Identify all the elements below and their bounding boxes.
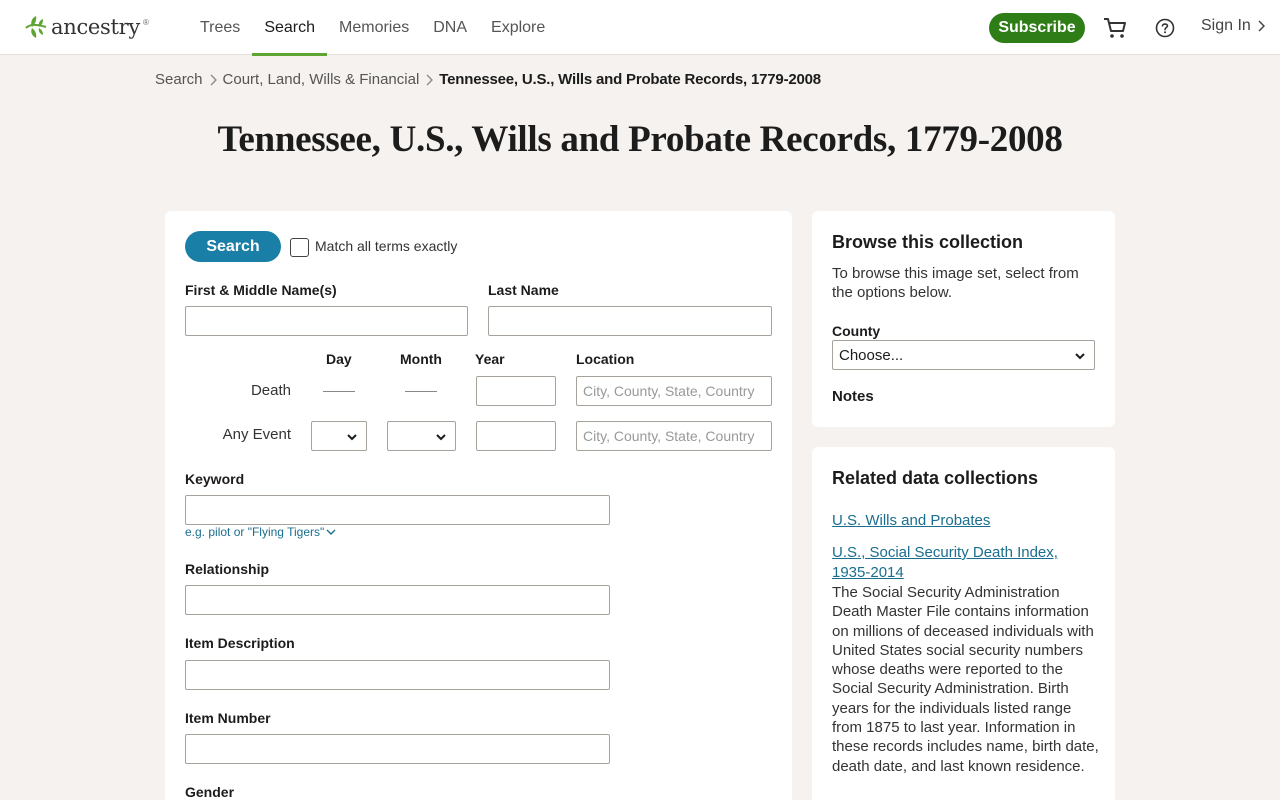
- day-column-label: Day: [326, 351, 352, 367]
- notes-label[interactable]: Notes: [832, 388, 874, 405]
- ssdi-description: The Social Security Administration Death…: [832, 584, 1099, 775]
- chevron-down-icon: [1075, 353, 1085, 360]
- item-description-label: Item Description: [185, 635, 295, 651]
- nav-trees[interactable]: Trees: [188, 0, 252, 55]
- item-number-input[interactable]: [185, 734, 610, 764]
- chevron-right-icon: [426, 74, 434, 85]
- nav-explore[interactable]: Explore: [479, 0, 557, 55]
- subscribe-button[interactable]: Subscribe: [989, 13, 1085, 43]
- any-event-row-label: Any Event: [222, 426, 291, 443]
- cart-icon[interactable]: [1103, 17, 1127, 39]
- last-name-input[interactable]: [488, 306, 772, 336]
- county-select-value: Choose...: [839, 346, 904, 364]
- chevron-down-icon: [326, 529, 336, 535]
- death-row-label: Death: [250, 382, 291, 399]
- county-select[interactable]: Choose...: [832, 340, 1095, 370]
- year-column-label: Year: [475, 351, 505, 367]
- death-location-input[interactable]: [576, 376, 772, 406]
- sign-in-label: Sign In: [1201, 17, 1251, 34]
- breadcrumb-search[interactable]: Search: [155, 71, 203, 88]
- leaf-logo-icon: [25, 16, 47, 38]
- any-event-year-input[interactable]: [476, 421, 556, 451]
- breadcrumb: Search Court, Land, Wills & Financial Te…: [155, 71, 821, 88]
- logo-wordmark: ancestry: [51, 15, 140, 39]
- help-icon[interactable]: [1155, 18, 1175, 38]
- item-description-input[interactable]: [185, 660, 610, 690]
- sign-in-link[interactable]: Sign In: [1201, 17, 1265, 35]
- keyword-hint-toggle[interactable]: e.g. pilot or "Flying Tigers": [185, 525, 336, 539]
- chevron-right-icon: [1258, 20, 1265, 32]
- page-title: Tennessee, U.S., Wills and Probate Recor…: [217, 119, 1063, 160]
- chevron-down-icon: [347, 434, 357, 441]
- relationship-input[interactable]: [185, 585, 610, 615]
- month-column-label: Month: [400, 351, 442, 367]
- related-link-ssdi[interactable]: U.S., Social Security Death Index, 1935-…: [832, 543, 1100, 583]
- logo-trademark: ®: [142, 18, 149, 27]
- relationship-label: Relationship: [185, 561, 270, 577]
- main-nav: Trees Search Memories DNA Explore: [188, 0, 557, 56]
- county-label: County: [832, 323, 881, 339]
- keyword-hint-text: e.g. pilot or "Flying Tigers": [185, 525, 325, 539]
- death-month-dash: [405, 391, 437, 392]
- breadcrumb-court-land[interactable]: Court, Land, Wills & Financial: [223, 71, 420, 88]
- first-name-input[interactable]: [185, 306, 468, 336]
- related-title: Related data collections: [832, 468, 1039, 488]
- any-event-day-select[interactable]: [311, 421, 367, 451]
- death-year-input[interactable]: [476, 376, 556, 406]
- match-exact-label: Match all terms exactly: [315, 238, 458, 254]
- nav-memories[interactable]: Memories: [327, 0, 421, 55]
- keyword-label: Keyword: [185, 471, 245, 487]
- last-name-label: Last Name: [488, 282, 559, 298]
- nav-search[interactable]: Search: [252, 0, 327, 56]
- chevron-down-icon: [436, 434, 446, 441]
- any-event-location-input[interactable]: [576, 421, 772, 451]
- location-column-label: Location: [576, 351, 635, 367]
- keyword-input[interactable]: [185, 495, 610, 525]
- gender-label: Gender: [185, 784, 235, 800]
- related-collections-card: Related data collections U.S. Wills and …: [812, 447, 1115, 800]
- browse-collection-card: Browse this collection To browse this im…: [812, 211, 1115, 427]
- match-exact-checkbox[interactable]: [290, 238, 309, 257]
- search-form-card: Search Match all terms exactly First & M…: [165, 211, 792, 800]
- search-button[interactable]: Search: [185, 231, 281, 262]
- chevron-right-icon: [210, 74, 217, 85]
- browse-description: To browse this image set, select from th…: [832, 265, 1079, 302]
- death-day-dash: [323, 391, 355, 392]
- top-navigation-bar: ancestry ® Trees Search Memories DNA Exp…: [0, 0, 1280, 56]
- item-number-label: Item Number: [185, 710, 271, 726]
- first-name-label: First & Middle Name(s): [185, 282, 337, 298]
- ancestry-logo[interactable]: ancestry ®: [24, 14, 149, 40]
- breadcrumb-current: Tennessee, U.S., Wills and Probate Recor…: [439, 71, 821, 88]
- nav-dna[interactable]: DNA: [421, 0, 479, 55]
- any-event-month-select[interactable]: [387, 421, 456, 451]
- related-link-us-wills[interactable]: U.S. Wills and Probates: [832, 511, 1100, 531]
- browse-title: Browse this collection: [832, 232, 1024, 252]
